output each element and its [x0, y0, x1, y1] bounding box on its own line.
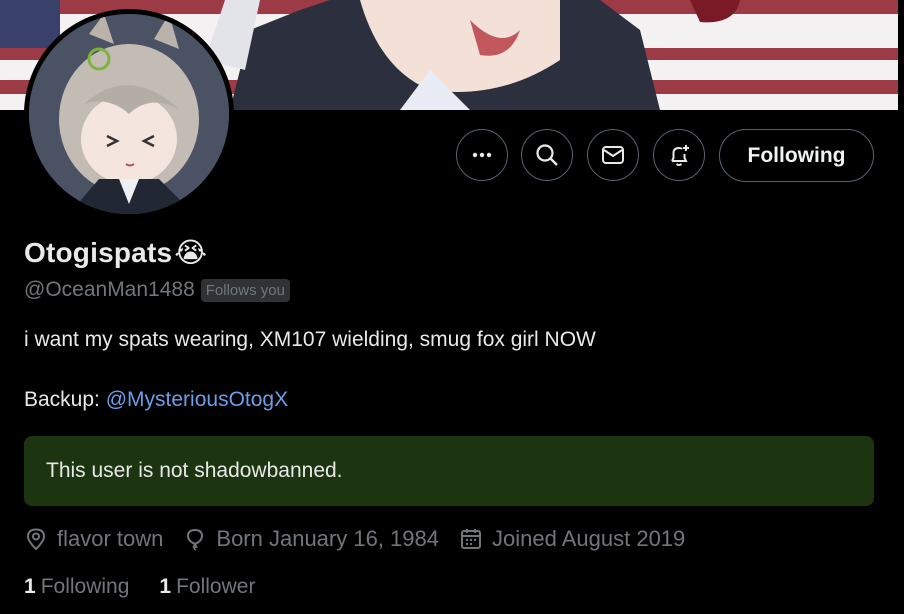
display-name-text: Otogispats	[24, 236, 173, 268]
handle-row: @OceanMan1488 Follows you	[24, 278, 290, 302]
shadowban-notice: This user is not shadowbanned.	[24, 436, 874, 506]
window-edge	[898, 0, 904, 614]
notify-button[interactable]	[653, 129, 705, 181]
followers-count-label: Follower	[176, 575, 256, 598]
location-text: flavor town	[57, 526, 164, 551]
joined-text: Joined August 2019	[492, 526, 686, 551]
mail-icon	[602, 146, 624, 164]
search-icon	[536, 144, 558, 166]
followers-count-link[interactable]: 1 Follower	[159, 575, 255, 599]
bio-backup-label: Backup:	[24, 388, 100, 411]
balloon-icon	[187, 528, 204, 551]
following-button[interactable]: Following	[719, 129, 874, 182]
shadowban-notice-text: This user is not shadowbanned.	[46, 459, 343, 482]
display-name: Otogispats 😭	[24, 236, 207, 269]
calendar-icon	[461, 529, 481, 549]
search-button[interactable]	[521, 129, 573, 181]
bio-backup-line: Backup: @MysteriousOtogX	[24, 388, 288, 412]
following-count: 1	[24, 575, 36, 598]
backup-account-link[interactable]: @MysteriousOtogX	[106, 388, 288, 411]
more-icon	[472, 152, 492, 158]
profile-meta: flavor town Born January 16, 1984 Joined…	[24, 526, 705, 552]
birthday-item: Born January 16, 1984	[183, 526, 439, 552]
following-count-link[interactable]: 1 Following	[24, 575, 129, 599]
follows-you-badge: Follows you	[200, 278, 290, 302]
following-count-label: Following	[40, 575, 130, 598]
location-pin-icon	[26, 528, 46, 551]
bell-plus-icon	[671, 145, 689, 166]
location-item: flavor town	[24, 526, 163, 552]
crying-emoji: 😭	[174, 237, 208, 268]
joined-item: Joined August 2019	[459, 526, 685, 552]
birthday-text: Born January 16, 1984	[216, 526, 439, 551]
handle: @OceanMan1488	[24, 278, 195, 301]
message-button[interactable]	[587, 129, 639, 181]
bio-text: i want my spats wearing, XM107 wielding,…	[24, 328, 596, 351]
follow-counts: 1 Following 1 Follower	[24, 575, 285, 599]
avatar-image	[29, 14, 229, 214]
avatar[interactable]	[24, 9, 234, 219]
followers-count: 1	[159, 575, 172, 598]
more-button[interactable]	[456, 129, 508, 181]
